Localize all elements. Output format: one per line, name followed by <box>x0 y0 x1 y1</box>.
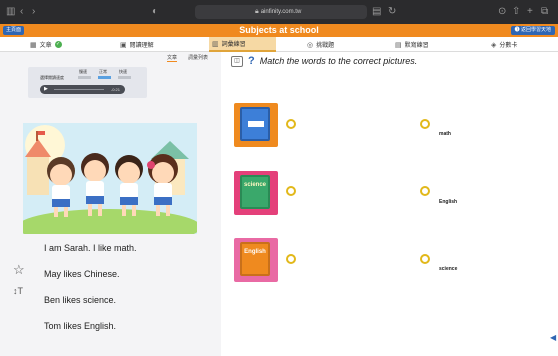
score-icon: ◈ <box>491 41 497 49</box>
app-header: Subjects at school 主頁面 ❶ 返回學習天地 <box>0 24 558 37</box>
tab-bar: ▦ 文章 ✓ ▣ 閱讀理解 ▥ 詞彙練習 ◎ 挑戰題 ▤ 默寫練習 ◈ 分數卡 <box>0 37 558 52</box>
story-line: I am Sarah. I like math. <box>44 243 137 253</box>
tab-article[interactable]: ▦ 文章 ✓ <box>30 37 62 52</box>
instruction-text: Match the words to the correct pictures. <box>259 56 418 66</box>
speaker-icon[interactable]: ◫ <box>231 55 243 67</box>
story-illustration <box>23 123 197 234</box>
tab-writing[interactable]: ▤ 默寫練習 <box>395 37 429 52</box>
writing-icon: ▤ <box>395 41 402 49</box>
text-size-icon[interactable]: ↕T <box>13 286 23 296</box>
tab-reading[interactable]: ▣ 閱讀理解 <box>120 37 154 52</box>
reading-panel: 文章 詞彙列表 選擇閱讀速度 慢速 正常 快速 ▶ -0:21 ☆ ↕T I a… <box>0 52 221 356</box>
home-button[interactable]: 主頁面 <box>3 26 25 35</box>
story-line: May likes Chinese. <box>44 269 120 279</box>
audio-player: ▶ -0:21 <box>40 85 125 94</box>
speed-slow-bar[interactable] <box>78 76 91 79</box>
story-line: Ben likes science. <box>44 295 117 305</box>
challenge-icon: ◎ <box>307 41 314 49</box>
new-tab-icon[interactable]: + <box>527 5 533 19</box>
math-book-card[interactable] <box>234 103 278 147</box>
tabs-icon[interactable]: ⧉ <box>541 5 548 19</box>
story-line: Tom likes English. <box>44 321 117 331</box>
book-title: science <box>243 182 267 188</box>
vocab-list-tab[interactable]: 詞彙列表 <box>188 54 208 61</box>
picture-match-dot[interactable] <box>286 254 296 264</box>
tab-challenge[interactable]: ◎ 挑戰題 <box>307 37 334 52</box>
browser-toolbar: ▥ ‹ › ◐ 🔒︎ ainfinity.com.tw ▤ ↻ ⊙ ⇧ + ⧉ <box>0 0 558 24</box>
speed-normal-label[interactable]: 正常 <box>99 69 107 75</box>
check-icon: ✓ <box>54 41 62 48</box>
tab-label: 詞彙練習 <box>221 42 246 48</box>
back-icon[interactable]: ‹ <box>20 5 23 19</box>
word-match-dot[interactable] <box>420 254 430 264</box>
english-book-icon: English <box>240 242 270 276</box>
tab-label: 分數卡 <box>499 43 518 49</box>
audio-player-box: 選擇閱讀速度 慢速 正常 快速 ▶ -0:21 <box>28 67 147 98</box>
tab-label: 閱讀理解 <box>129 43 154 49</box>
download-icon[interactable]: ⊙ <box>498 5 506 19</box>
shield-icon[interactable]: ◐ <box>152 5 158 19</box>
match-word: science <box>439 266 458 272</box>
play-icon[interactable]: ▶ <box>44 85 48 94</box>
picture-match-dot[interactable] <box>286 186 296 196</box>
reading-icon: ▣ <box>120 41 127 49</box>
speed-label: 選擇閱讀速度 <box>40 75 64 80</box>
back-to-learning-button[interactable]: ❶ 返回學習天地 <box>510 26 555 35</box>
audio-progress-track[interactable] <box>54 89 104 90</box>
english-book-card[interactable]: English <box>234 238 278 282</box>
audio-time: -0:21 <box>110 87 120 92</box>
science-book-card[interactable]: science <box>234 171 278 215</box>
tab-score[interactable]: ◈ 分數卡 <box>491 37 517 52</box>
speed-slow-label[interactable]: 慢速 <box>79 69 87 75</box>
picture-match-dot[interactable] <box>286 119 296 129</box>
page-title: Subjects at school <box>239 25 319 35</box>
share-icon[interactable]: ⇧ <box>512 5 520 19</box>
match-word: English <box>439 199 458 205</box>
math-book-icon <box>240 107 270 141</box>
tab-label: 默寫練習 <box>404 43 429 49</box>
kids-illustration <box>23 123 197 234</box>
reader-icon[interactable]: ▤ <box>372 5 381 19</box>
help-icon[interactable]: ? <box>248 55 255 67</box>
sidebar-icon[interactable]: ▥ <box>6 5 15 19</box>
text-tab[interactable]: 文章 <box>167 54 178 62</box>
speed-fast-label[interactable]: 快速 <box>119 69 127 75</box>
speed-normal-bar[interactable] <box>98 76 111 79</box>
refresh-icon[interactable]: ↻ <box>388 5 396 19</box>
star-icon[interactable]: ☆ <box>13 263 25 276</box>
word-match-dot[interactable] <box>420 119 430 129</box>
speed-fast-bar[interactable] <box>118 76 131 79</box>
vocabulary-icon: ▥ <box>212 40 219 48</box>
tab-label: 文章 <box>39 43 52 49</box>
forward-icon[interactable]: › <box>32 5 35 19</box>
address-bar[interactable]: 🔒︎ ainfinity.com.tw <box>195 5 367 19</box>
tab-vocabulary[interactable]: ▥ 詞彙練習 <box>209 37 276 52</box>
instruction: ◫ ? Match the words to the correct pictu… <box>231 55 417 67</box>
science-book-icon: science <box>240 175 270 209</box>
book-icon: ▦ <box>30 41 37 49</box>
match-word: math <box>439 131 451 137</box>
book-label-strip <box>248 121 264 127</box>
book-title: English <box>244 249 266 255</box>
tab-label: 挑戰題 <box>316 43 335 49</box>
collapse-arrow-icon[interactable]: ◀ <box>550 333 556 342</box>
word-match-dot[interactable] <box>420 186 430 196</box>
url-text: ainfinity.com.tw <box>260 9 302 15</box>
